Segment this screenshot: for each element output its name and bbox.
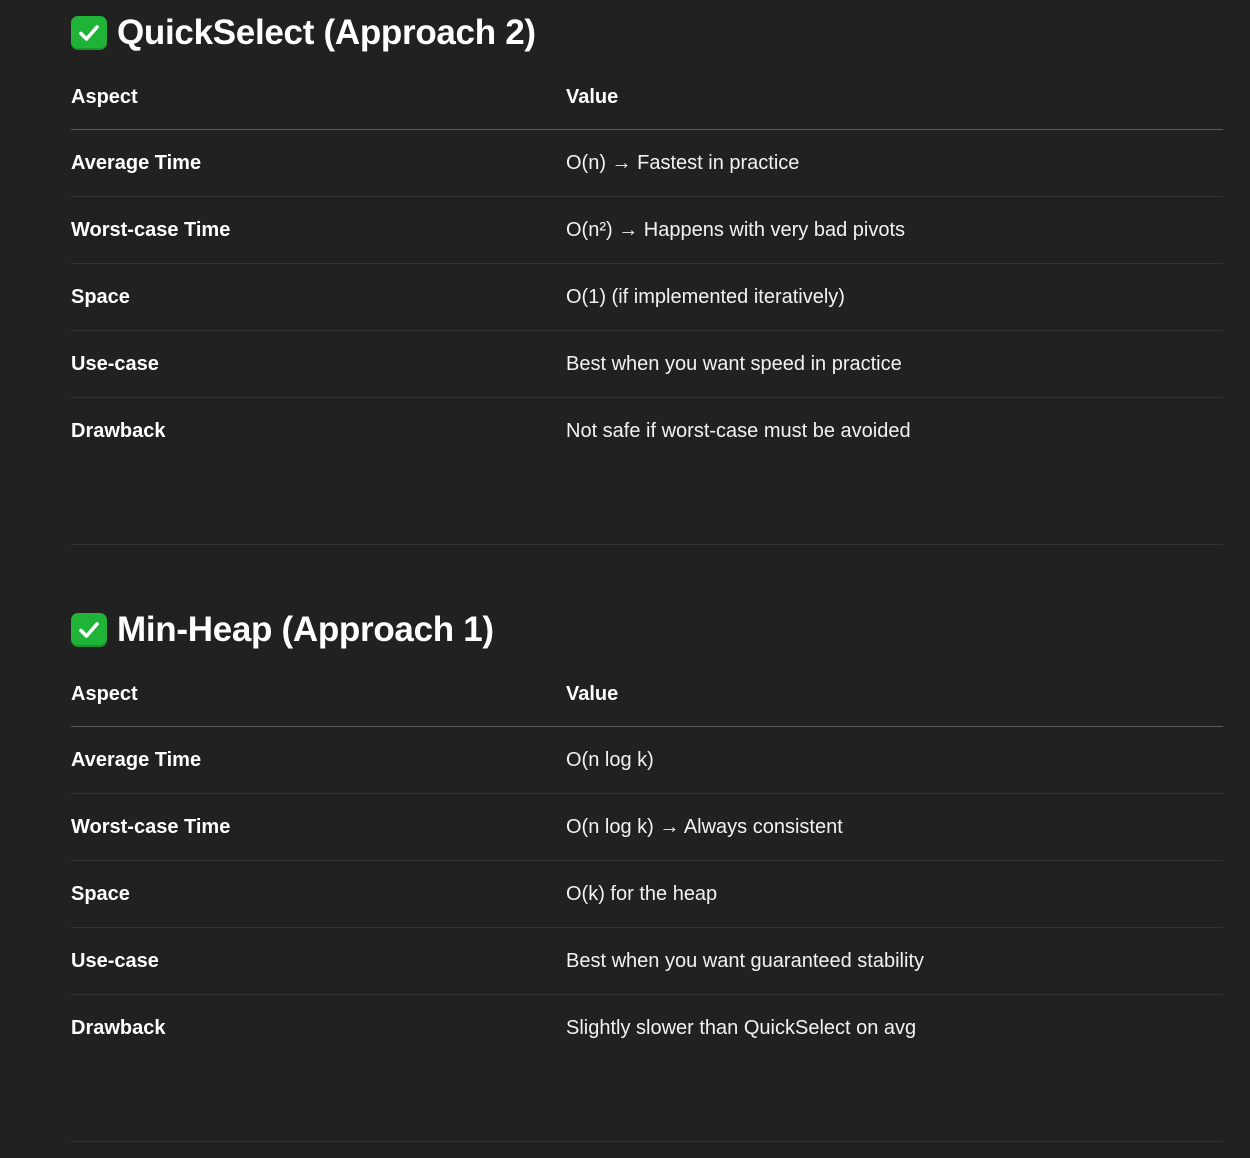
value-cell: Best when you want speed in practice	[566, 330, 1223, 398]
value-cell: Slightly slower than QuickSelect on avg	[566, 1016, 917, 1039]
comparison-table: Aspect Value Average Time O(n) → Fastest…	[71, 66, 1223, 464]
check-mark-button-icon	[71, 16, 107, 50]
section-heading-text: Min-Heap (Approach 1)	[117, 610, 494, 649]
table-row: Space O(1) (if implemented iteratively)	[71, 263, 1223, 331]
aspect-cell: Use-case	[71, 927, 566, 995]
aspect-cell: Drawback	[71, 419, 166, 442]
section-heading-text: QuickSelect (Approach 2)	[117, 13, 536, 52]
check-mark-button-icon	[71, 613, 107, 647]
value-cell: O(n log k) → Always consistent	[566, 793, 1223, 861]
value-cell: O(n log k)	[566, 726, 1223, 794]
aspect-cell: Drawback	[71, 1016, 166, 1039]
value-cell: Best when you want guaranteed stability	[566, 927, 1223, 995]
aspect-cell: Use-case	[71, 330, 566, 398]
table-header-row: Aspect Value	[71, 66, 1223, 130]
quickselect-section: QuickSelect (Approach 2) Aspect Value Av…	[71, 0, 1223, 464]
table-row: Use-case Best when you want guaranteed s…	[71, 927, 1223, 995]
aspect-cell: Worst-case Time	[71, 793, 566, 861]
table-row: Average Time O(n log k)	[71, 726, 1223, 794]
table-row: Drawback Slightly slower than QuickSelec…	[71, 995, 1223, 1062]
column-header-value: Value	[566, 66, 1223, 130]
aspect-cell: Worst-case Time	[71, 196, 566, 264]
aspect-cell: Average Time	[71, 129, 566, 197]
table-row: Drawback Not safe if worst-case must be …	[71, 398, 1223, 465]
horizontal-rule	[71, 544, 1223, 545]
comparison-table: Aspect Value Average Time O(n log k) Wor…	[71, 663, 1223, 1061]
value-cell: O(n) → Fastest in practice	[566, 129, 1223, 197]
aspect-cell: Average Time	[71, 726, 566, 794]
table-row: Worst-case Time O(n²) → Happens with ver…	[71, 196, 1223, 264]
column-header-aspect: Aspect	[71, 663, 566, 727]
section-heading: Min-Heap (Approach 1)	[71, 597, 1223, 663]
table-row: Worst-case Time O(n log k) → Always cons…	[71, 793, 1223, 861]
table-row: Use-case Best when you want speed in pra…	[71, 330, 1223, 398]
table-header-row: Aspect Value	[71, 663, 1223, 727]
column-header-value: Value	[566, 663, 1223, 727]
horizontal-rule	[71, 1141, 1223, 1142]
value-cell: O(k) for the heap	[566, 860, 1223, 928]
min-heap-section: Min-Heap (Approach 1) Aspect Value Avera…	[71, 597, 1223, 1061]
table-row: Space O(k) for the heap	[71, 860, 1223, 928]
value-cell: Not safe if worst-case must be avoided	[566, 419, 911, 442]
value-cell: O(1) (if implemented iteratively)	[566, 263, 1223, 331]
column-header-aspect: Aspect	[71, 66, 566, 130]
aspect-cell: Space	[71, 860, 566, 928]
value-cell: O(n²) → Happens with very bad pivots	[566, 196, 1223, 264]
section-heading: QuickSelect (Approach 2)	[71, 0, 1223, 66]
aspect-cell: Space	[71, 263, 566, 331]
table-row: Average Time O(n) → Fastest in practice	[71, 129, 1223, 197]
